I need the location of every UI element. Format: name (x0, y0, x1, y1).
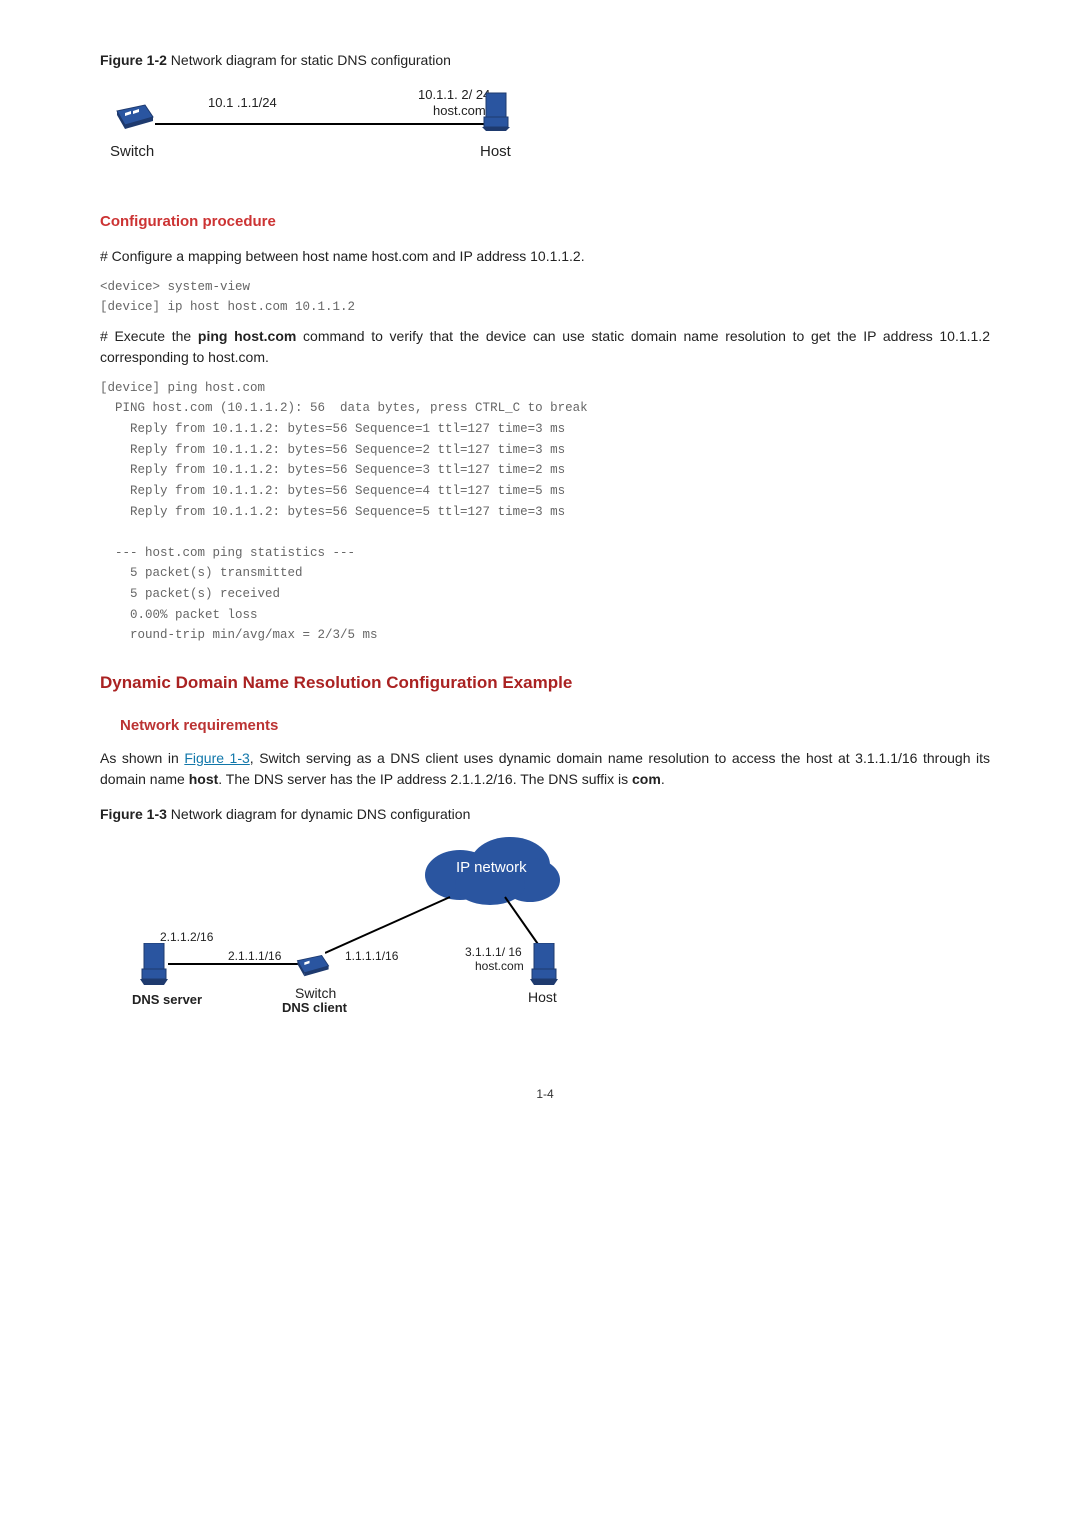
suffix-bold: com (632, 771, 661, 787)
code-block-1: <device> system-view [device] ip host ho… (100, 277, 990, 318)
host-label-2: Host (528, 987, 557, 1008)
server-icon (482, 91, 510, 131)
page-number: 1-4 (100, 1085, 990, 1103)
ip-switch-left: 2.1.1.1/16 (228, 947, 281, 965)
network-requirements-heading: Network requirements (120, 715, 990, 738)
hostname-label: host.com (433, 101, 486, 121)
figure-1-3-link[interactable]: Figure 1-3 (184, 750, 249, 766)
ip-dns-server: 2.1.1.2/16 (160, 928, 213, 946)
hostcom-label: host.com (475, 957, 524, 975)
figure-1-3-title: Network diagram for dynamic DNS configur… (167, 806, 470, 822)
ping-command: ping host.com (198, 328, 296, 344)
nr-d: . (661, 771, 665, 787)
switch-label: Switch (110, 141, 154, 164)
figure-1-2-title: Network diagram for static DNS configura… (167, 52, 451, 68)
network-requirements-para: As shown in Figure 1-3, Switch serving a… (100, 748, 990, 790)
config-procedure-heading: Configuration procedure (100, 211, 990, 234)
host-label: Host (480, 141, 511, 164)
cloud-label: IP network (456, 857, 527, 880)
figure-1-3-diagram: IP network 2.1.1.2/16 DNS server 2.1.1.1… (130, 835, 650, 1015)
switch-icon (115, 101, 155, 131)
dynamic-dns-heading: Dynamic Domain Name Resolution Configura… (100, 670, 990, 696)
figure-1-3-number: Figure 1-3 (100, 806, 167, 822)
hostname-bold: host (189, 771, 219, 787)
config-para-2: # Execute the ping host.com command to v… (100, 326, 990, 368)
figure-1-2-caption: Figure 1-2 Network diagram for static DN… (100, 50, 990, 71)
host-server-icon (530, 943, 558, 985)
config-para-1: # Configure a mapping between host name … (100, 246, 990, 267)
dns-server-icon (140, 943, 168, 985)
link-switch-cloud (325, 895, 455, 955)
code-block-2: [device] ping host.com PING host.com (10… (100, 378, 990, 646)
dns-server-label: DNS server (132, 990, 202, 1010)
switch-center-icon (295, 952, 331, 978)
nr-a: As shown in (100, 750, 184, 766)
figure-1-2-diagram: 10.1 .1.1/24 10.1.1. 2/ 24 host.com Swit… (100, 81, 520, 181)
figure-1-3-caption: Figure 1-3 Network diagram for dynamic D… (100, 804, 990, 825)
para2-a: # Execute the (100, 328, 198, 344)
ip-switch: 10.1 .1.1/24 (208, 93, 277, 113)
diagram-link-line (155, 123, 485, 125)
nr-c: . The DNS server has the IP address 2.1.… (218, 771, 632, 787)
figure-1-2-number: Figure 1-2 (100, 52, 167, 68)
dns-client-label: DNS client (282, 998, 347, 1018)
